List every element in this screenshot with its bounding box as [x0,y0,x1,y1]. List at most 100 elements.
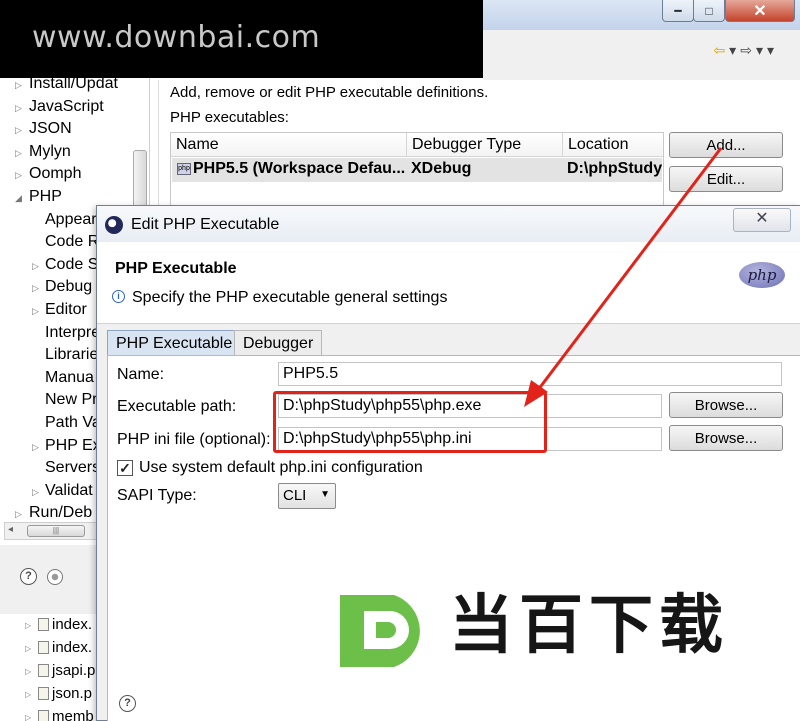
list-item[interactable]: memb [38,708,94,721]
dialog-message: Specify the PHP executable general setti… [132,289,448,306]
sapi-type-select[interactable]: CLI ▼ [278,483,336,509]
file-icon [38,664,49,677]
executables-table[interactable]: Name Debugger Type Location php PHP5.5 (W… [170,132,664,210]
row-name-text: PHP5.5 (Workspace Defau... [193,160,406,177]
minimize-button[interactable]: ━ [662,0,694,22]
tree-item[interactable]: JSON [29,120,72,138]
file-icon [38,641,49,654]
scroll-left-icon[interactable]: ◂ [8,524,13,535]
row-location-cell: D:\phpStudy [567,160,663,177]
tree-expand-icon[interactable]: ▷ [32,283,39,294]
tree-item[interactable]: Code S [45,256,98,274]
php-logo-icon: php [739,262,785,288]
sapi-type-value: CLI [283,487,307,504]
tree-expand-icon[interactable]: ▷ [32,442,39,453]
column-header-name[interactable]: Name [171,133,407,157]
browse-executable-button[interactable]: Browse... [669,392,783,418]
tree-expand-icon[interactable]: ▷ [15,125,22,136]
ini-file-label: PHP ini file (optional): [117,431,271,448]
edit-button[interactable]: Edit... [669,166,783,192]
dropdown-icon[interactable]: ▾ [729,42,740,58]
file-expand-icon[interactable]: ▷ [25,621,31,630]
file-expand-icon[interactable]: ▷ [25,690,31,699]
tree-expand-icon[interactable]: ▷ [15,170,22,181]
executables-label: PHP executables: [170,109,289,126]
tab-php-executable[interactable]: PHP Executable [107,330,242,356]
tree-expand-icon[interactable]: ▷ [32,487,39,498]
dialog-title-bar: Edit PHP Executable ✕ [97,206,800,242]
tree-item[interactable]: Servers [45,459,100,477]
scroll-thumb[interactable]: ||| [27,525,85,537]
tree-item[interactable]: Code R [45,233,99,251]
tree-item[interactable]: JavaScript [29,98,104,116]
browse-ini-button[interactable]: Browse... [669,425,783,451]
row-debugger-cell: XDebug [411,160,472,177]
list-item[interactable]: index. [38,616,92,633]
forward-arrow-icon[interactable]: ⇨ [740,42,756,58]
watermark-banner: www.downbai.com [0,0,483,78]
tree-item[interactable]: Appear [45,211,97,229]
menu-icon[interactable]: ▾ [767,42,778,58]
tab-debugger[interactable]: Debugger [234,330,323,356]
tree-expand-icon[interactable]: ▷ [15,509,22,520]
tree-item[interactable]: Path Va [45,414,101,432]
php-file-icon: php [177,162,191,175]
tree-expand-icon[interactable]: ▷ [32,306,39,317]
maximize-button[interactable]: □ [693,0,725,22]
file-name: index. [52,639,93,656]
file-name: index. [52,616,93,633]
file-icon [38,710,49,721]
dialog-header: PHP Executable i Specify the PHP executa… [97,242,800,324]
tree-expand-icon[interactable]: ◢ [15,193,22,204]
dialog-title: Edit PHP Executable [131,216,280,233]
tree-expand-icon[interactable]: ▷ [15,80,22,91]
tree-item[interactable]: Debug [45,278,92,296]
file-icon [38,618,49,631]
tree-item[interactable]: New Pr [45,391,97,409]
name-input[interactable] [278,362,782,386]
tree-item[interactable]: PHP [29,188,62,206]
file-expand-icon[interactable]: ▷ [25,667,31,676]
close-button[interactable]: ✕ [725,0,795,22]
file-name: jsapi.p [52,662,96,679]
tree-item[interactable]: Mylyn [29,143,71,161]
dropdown-icon[interactable]: ▾ [756,42,767,58]
list-item[interactable]: json.p [38,685,92,702]
site-logo-text: 当百下载 [449,589,729,663]
file-expand-icon[interactable]: ▷ [25,713,31,721]
eclipse-icon [105,216,123,234]
watermark-url: www.downbai.com [32,20,321,55]
use-default-ini-label: Use system default php.ini configuration [139,459,423,476]
chevron-down-icon: ▼ [320,489,330,500]
use-default-ini-checkbox[interactable]: ✓ [117,460,133,476]
tree-item[interactable]: Oomph [29,165,81,183]
file-expand-icon[interactable]: ▷ [25,644,31,653]
tree-item[interactable]: PHP Ex [45,437,101,455]
column-header-debugger[interactable]: Debugger Type [407,133,563,157]
tree-item[interactable]: Manua [45,369,94,387]
dialog-help-icon[interactable]: ? [119,695,136,712]
tree-item[interactable]: Interpre [45,324,100,342]
file-name: memb [52,708,94,721]
history-nav[interactable]: ⇦▾⇨▾▾ [713,42,778,59]
column-header-location[interactable]: Location [563,133,663,157]
dialog-close-button[interactable]: ✕ [733,208,791,232]
list-item[interactable]: jsapi.p [38,662,95,679]
list-item[interactable]: index. [38,639,92,656]
back-arrow-icon[interactable]: ⇦ [713,42,729,58]
tree-item[interactable]: Editor [45,301,87,319]
add-button[interactable]: Add... [669,132,783,158]
tree-item[interactable]: Run/Deb [29,504,92,522]
tree-expand-icon[interactable]: ▷ [15,103,22,114]
tree-expand-icon[interactable]: ▷ [15,148,22,159]
tree-expand-icon[interactable]: ▷ [32,261,39,272]
help-icon[interactable]: ? [20,568,37,585]
tree-vertical-scrollbar[interactable] [133,150,147,210]
tree-item[interactable]: Validat [45,482,93,500]
dialog-heading: PHP Executable [115,260,237,277]
info-icon: i [112,290,125,303]
highlight-box [273,391,547,453]
tree-item[interactable]: Librarie [45,346,98,364]
file-name: json.p [52,685,93,702]
record-icon[interactable] [47,569,63,585]
